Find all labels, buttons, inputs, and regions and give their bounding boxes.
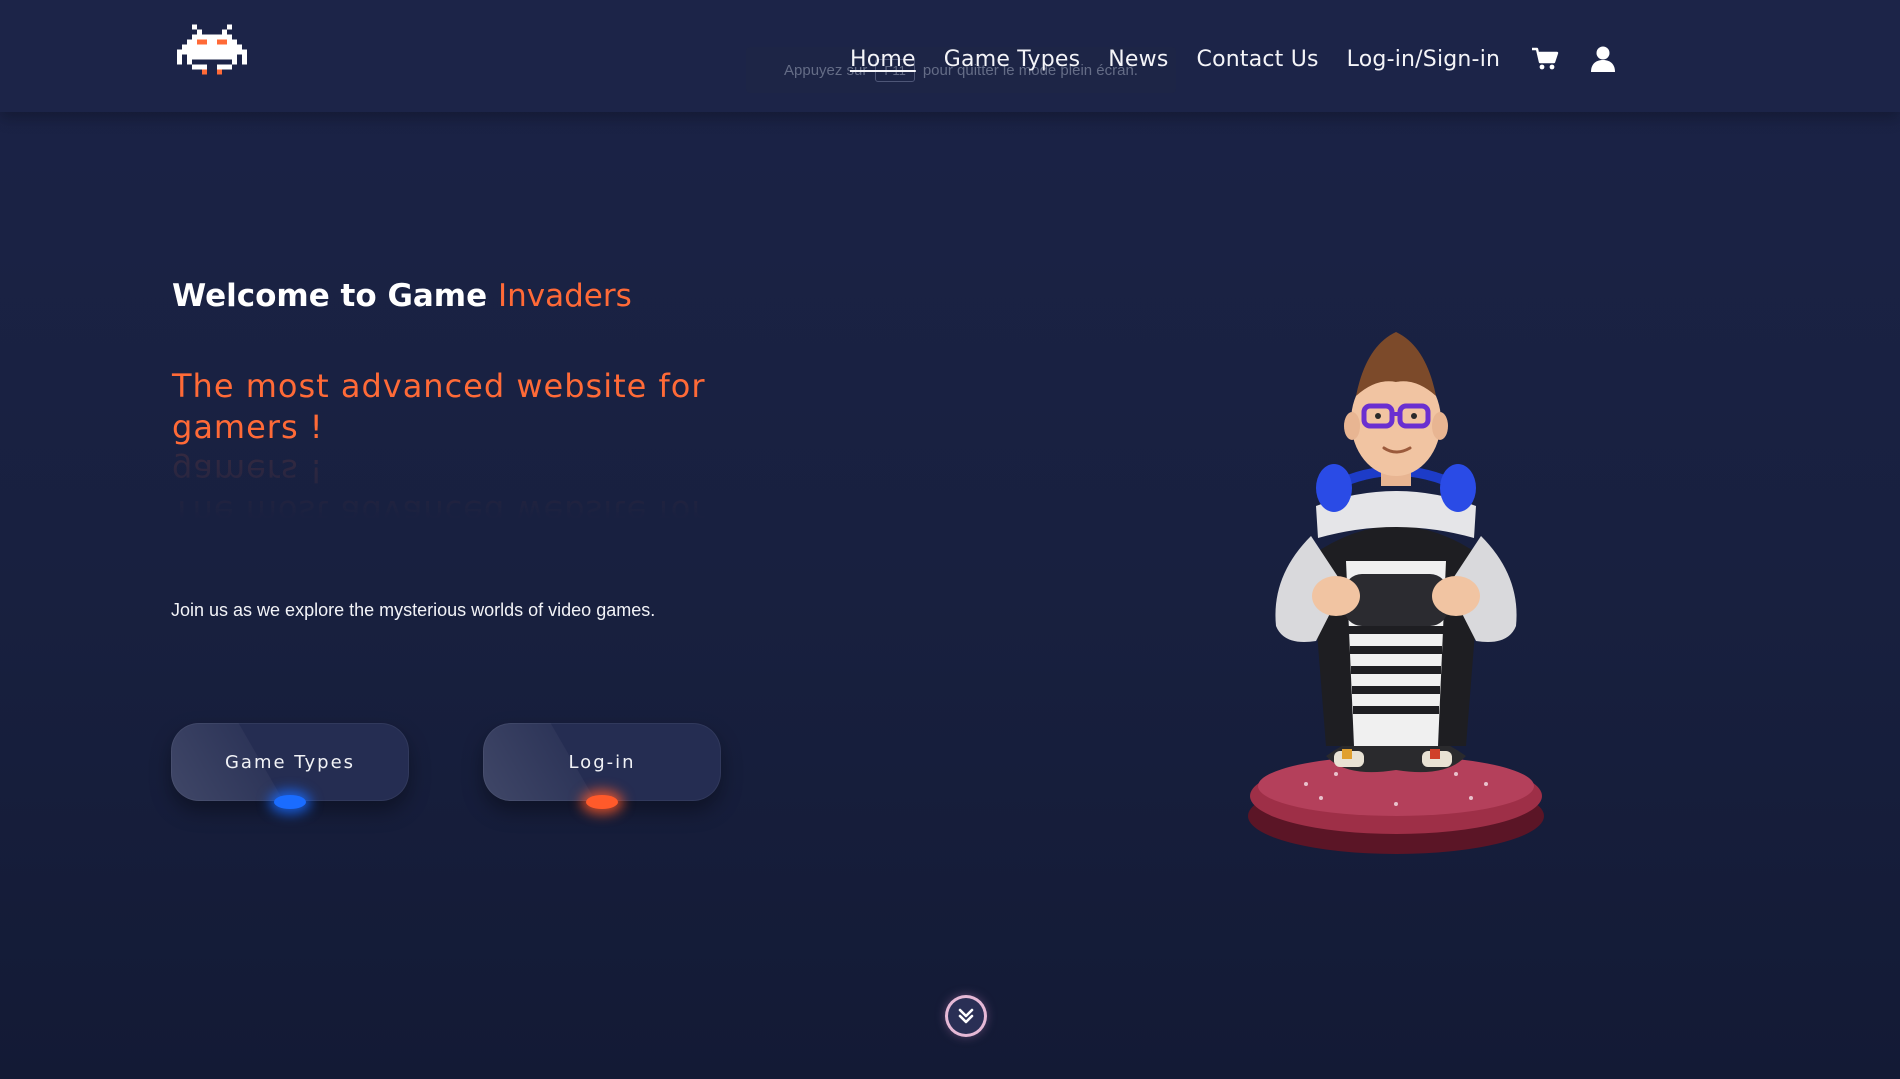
button-glow-orange	[586, 795, 618, 809]
tagline-reflection-line-2: gamers !	[172, 452, 324, 490]
nav-home[interactable]: Home	[850, 47, 916, 72]
login-button[interactable]: Log-in	[483, 723, 721, 809]
tagline-line-2: gamers !	[172, 408, 324, 446]
space-invader-icon[interactable]	[172, 24, 252, 80]
welcome-prefix: Welcome to Game	[172, 278, 488, 314]
site-header: Appuyez sur F11 pour quitter le mode ple…	[0, 0, 1900, 112]
nav-login-signin[interactable]: Log-in/Sign-in	[1347, 47, 1500, 72]
tagline-line-1: The most advanced website for	[172, 367, 706, 405]
nav-game-types[interactable]: Game Types	[944, 47, 1080, 72]
tagline: The most advanced website for gamers !	[172, 366, 772, 448]
nav-contact-us[interactable]: Contact Us	[1197, 47, 1319, 72]
gamer-character-illustration	[1248, 332, 1544, 854]
main-nav: Home Game Types News Contact Us Log-in/S…	[850, 44, 1644, 74]
game-types-button-label: Game Types	[224, 751, 356, 773]
user-icon[interactable]	[1588, 44, 1618, 74]
game-types-button[interactable]: Game Types	[171, 723, 409, 809]
nav-news[interactable]: News	[1108, 47, 1168, 72]
login-button-label: Log-in	[568, 751, 636, 773]
welcome-accent: Invaders	[497, 278, 632, 314]
page: Appuyez sur F11 pour quitter le mode ple…	[0, 0, 1900, 1079]
intro-text: Join us as we explore the mysterious wor…	[171, 600, 656, 620]
tagline-reflection-line-1: The most advanced website for	[172, 493, 706, 531]
welcome-heading: Welcome to Game Invaders	[172, 278, 632, 314]
double-chevron-down-icon	[958, 1008, 974, 1024]
scroll-down-button[interactable]	[948, 998, 984, 1034]
cart-icon[interactable]	[1530, 44, 1560, 74]
tagline-reflection: The most advanced website for gamers !	[172, 450, 772, 532]
button-glow-blue	[274, 795, 306, 809]
